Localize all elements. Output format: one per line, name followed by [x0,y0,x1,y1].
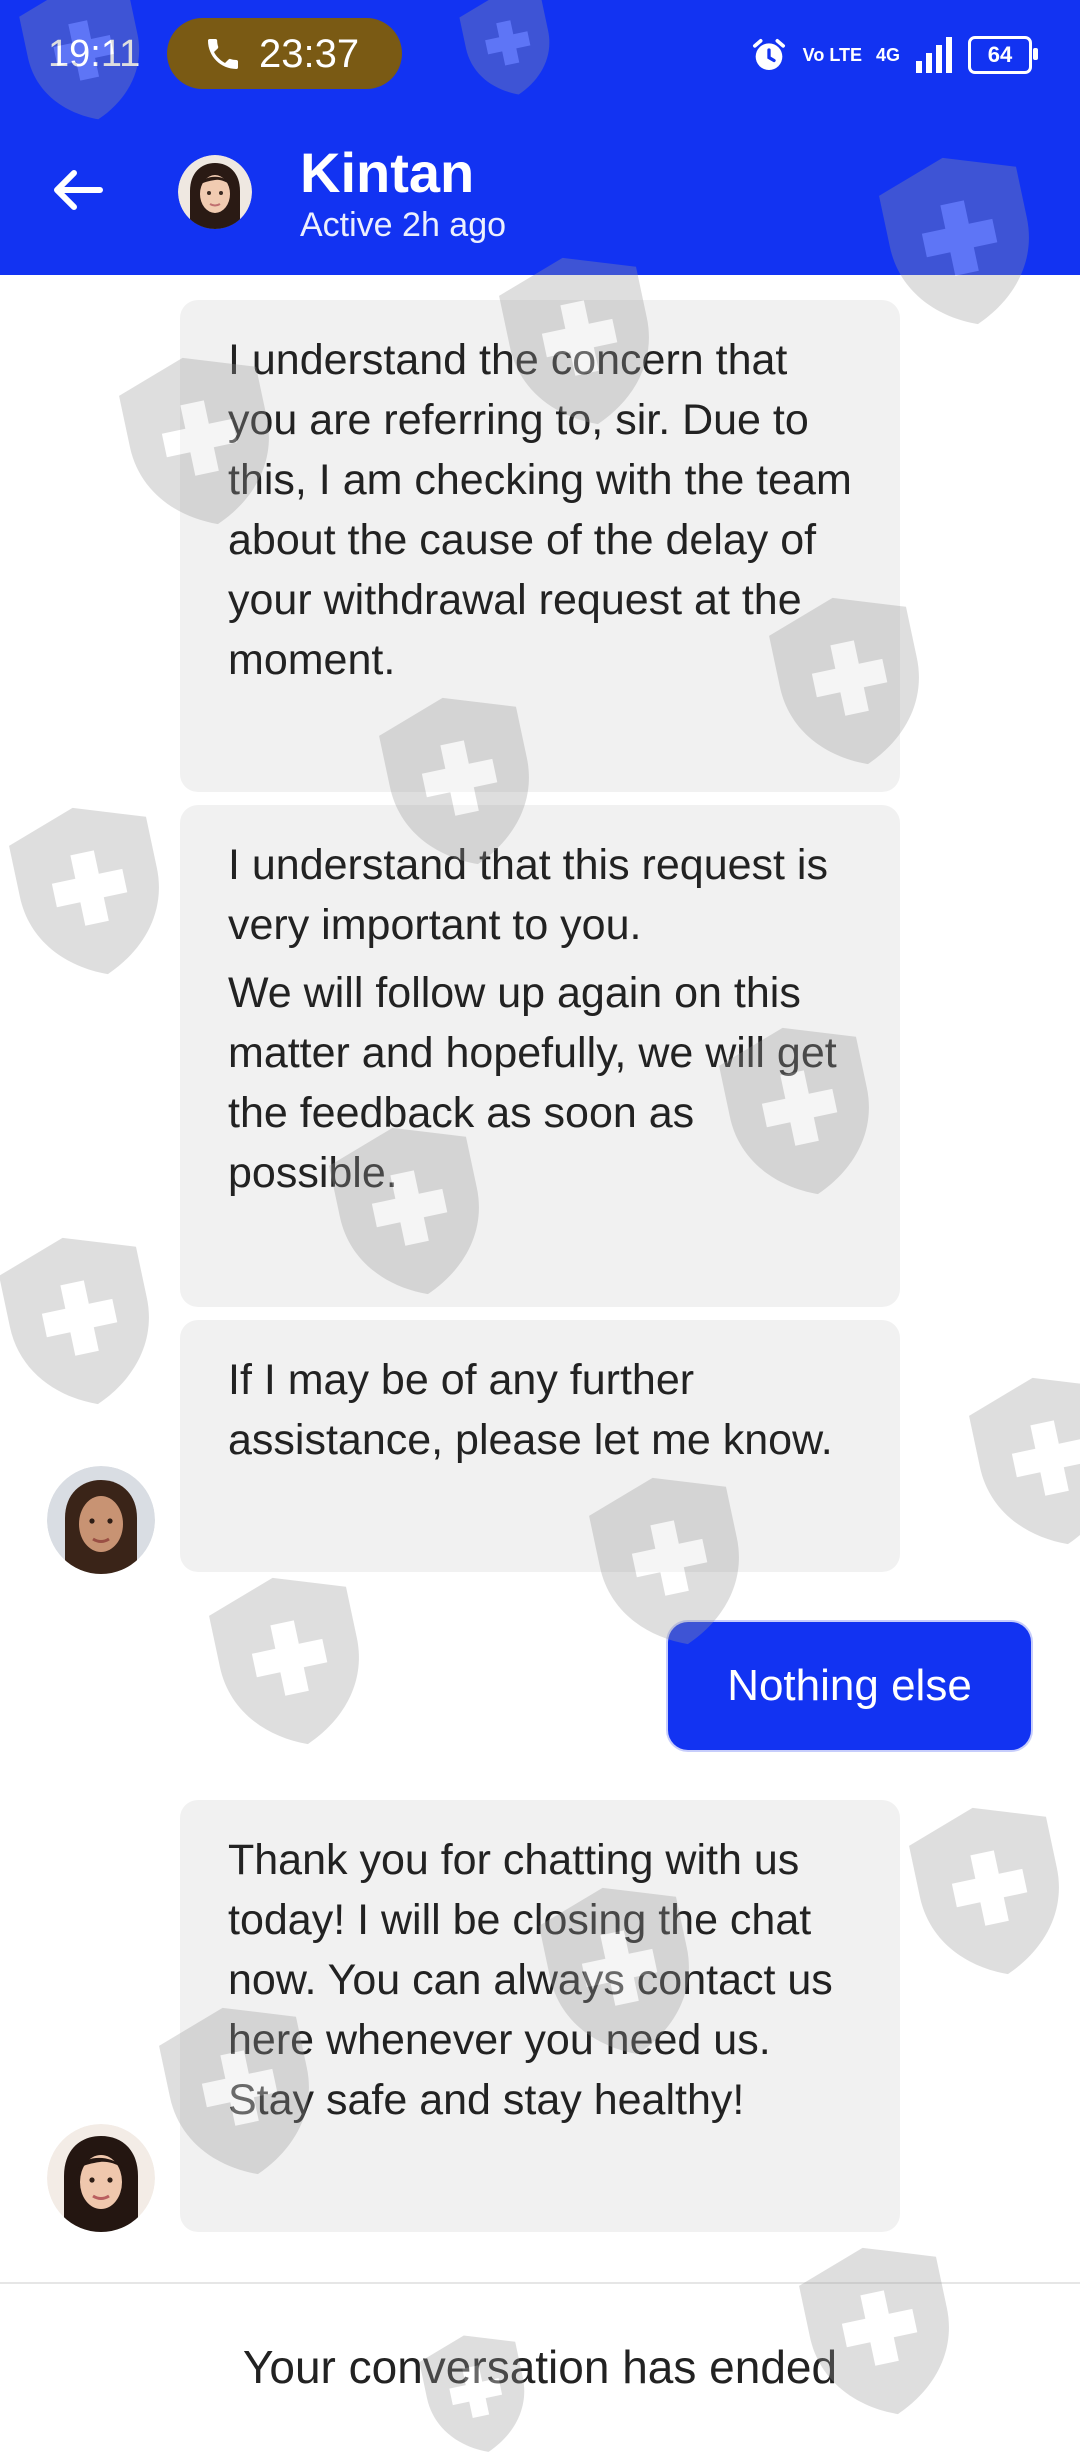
volte-indicator: Vo LTE [802,45,862,65]
message-text: Nothing else [727,1661,972,1710]
chat-screen: 19:11 23:37 Vo LTE 4G 64 Kintan Active 2… [0,0,1080,2460]
alarm-icon [752,39,785,70]
divider [0,2282,1080,2284]
shield-watermark-icon [9,807,159,975]
status-icons: Vo LTE 4G 64 [749,32,1038,78]
battery-icon: 64 [968,36,1038,74]
agent-message-bubble: I understand the concern that you are re… [180,300,900,792]
agent-avatar[interactable] [47,1466,155,1574]
call-timer: 23:37 [259,32,360,76]
user-message-bubble: Nothing else [668,1622,1031,1750]
shield-watermark-icon [0,1237,149,1405]
status-time: 19:11 [48,33,141,75]
agent-message-bubble: Thank you for chatting with us today! I … [180,1800,900,2232]
shield-watermark-icon [209,1577,359,1745]
agent-message-bubble: I understand that this request is very i… [180,805,900,1307]
chat-header: 19:11 23:37 Vo LTE 4G 64 Kintan Active 2… [0,0,1080,275]
shield-watermark-icon [969,1377,1080,1545]
message-text: Thank you for chatting with us today! I … [228,1836,833,2124]
message-text: I understand the concern that you are re… [228,336,852,684]
ongoing-call-pill[interactable]: 23:37 [167,18,402,89]
agent-message-bubble: If I may be of any further assistance, p… [180,1320,900,1572]
signal-icon [916,37,952,73]
shield-watermark-icon [909,1807,1059,1975]
back-button[interactable] [50,160,120,220]
arrow-left-icon [54,170,103,210]
contact-active-status: Active 2h ago [300,206,507,244]
contact-name: Kintan [300,141,475,204]
shield-watermark-icon [799,2247,949,2415]
conversation-ended-notice: Your conversation has ended [242,2341,838,2393]
message-text: If I may be of any further assistance, p… [228,1356,833,1464]
message-text: I understand that this request is very i… [228,841,828,949]
agent-avatar[interactable] [47,2124,155,2232]
contact-avatar[interactable] [178,155,252,229]
phone-icon [208,39,238,69]
message-text: We will follow up again on this matter a… [228,969,837,1197]
network-type: 4G [875,45,900,65]
